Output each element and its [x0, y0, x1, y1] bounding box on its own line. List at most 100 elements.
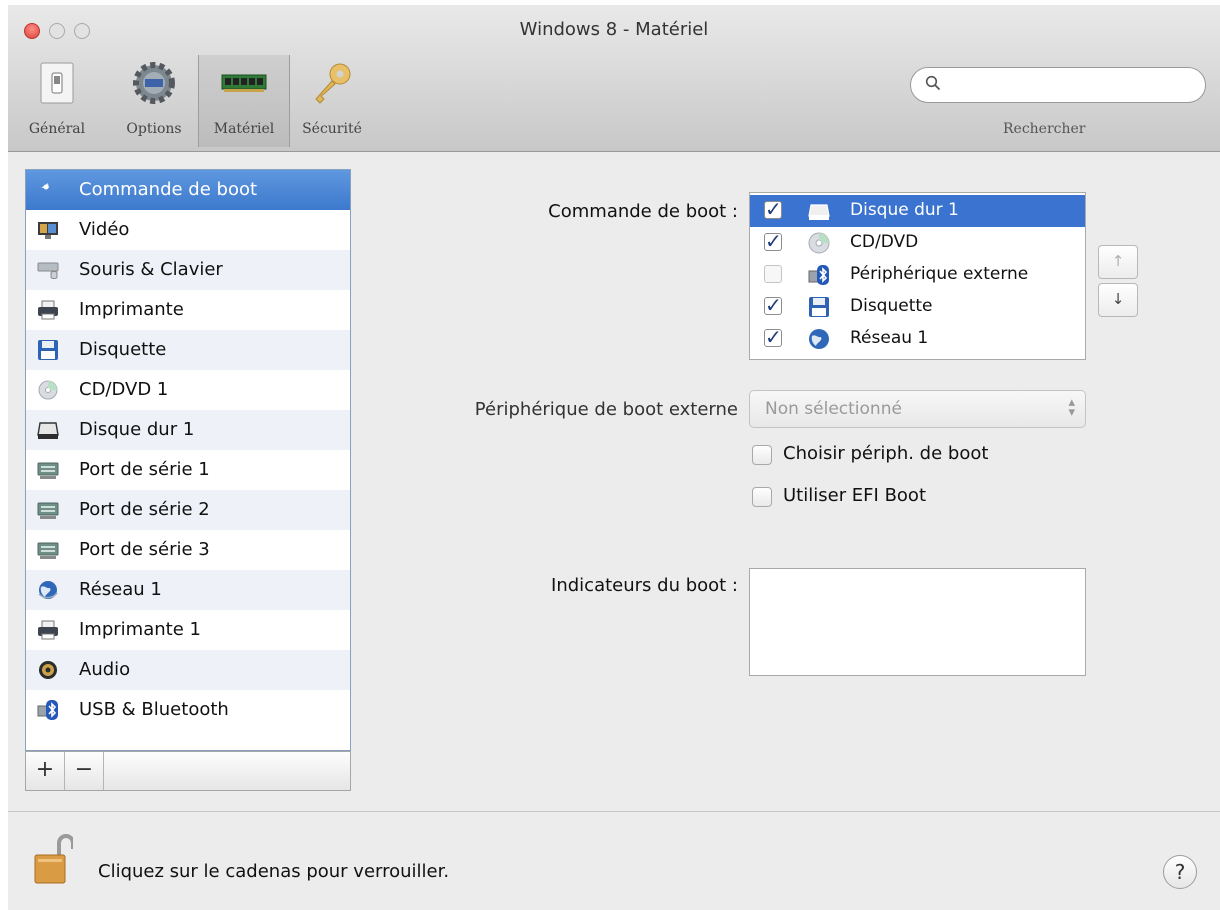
- tab-options-label: Options: [126, 121, 182, 137]
- audio-speaker-icon: [39, 661, 57, 679]
- move-up-button[interactable]: ↑: [1098, 245, 1138, 279]
- sidebar-item-video[interactable]: Vidéo: [26, 210, 350, 250]
- tab-general-label: Général: [28, 121, 86, 137]
- boot-order-row-label: Disquette: [850, 296, 933, 316]
- sidebar-item-serial-port-3[interactable]: Port de série 3: [26, 530, 350, 570]
- network-globe-icon: [809, 329, 829, 349]
- boot-order-checkbox[interactable]: [764, 265, 782, 283]
- boot-order-row-network[interactable]: ✓ Réseau 1: [750, 323, 1085, 355]
- tab-options[interactable]: Options: [113, 55, 195, 147]
- padlock-icon[interactable]: [33, 833, 73, 885]
- floppy-icon: [809, 297, 829, 317]
- external-boot-device-label: Périphérique de boot externe: [474, 399, 738, 420]
- tab-security[interactable]: Sécurité: [291, 55, 373, 147]
- sidebar-item-label: Commande de boot: [79, 179, 258, 200]
- sidebar-item-label: Port de série 1: [79, 459, 210, 480]
- hard-disk-icon: [37, 422, 59, 439]
- serial-port-icon: [37, 462, 59, 479]
- sidebar-item-label: Imprimante: [79, 299, 184, 320]
- sidebar-item-label: Audio: [79, 659, 131, 680]
- sidebar-item-network-1[interactable]: Réseau 1: [26, 570, 350, 610]
- cd-dvd-icon: [38, 380, 58, 400]
- toolbar: Windows 8 - Matériel Général Options Mat…: [8, 5, 1220, 152]
- video-icon: [38, 222, 58, 239]
- tab-hardware-label: Matériel: [213, 121, 275, 137]
- boot-order-checkbox[interactable]: ✓: [764, 229, 782, 253]
- boot-order-list: ✓ Disque dur 1 ✓ CD/DVD Périphérique ext…: [749, 192, 1086, 360]
- boot-order-row-floppy[interactable]: ✓ Disquette: [750, 291, 1085, 323]
- boot-order-row-cd-dvd[interactable]: ✓ CD/DVD: [750, 227, 1085, 259]
- footer-divider: [8, 811, 1220, 812]
- boot-order-checkbox[interactable]: ✓: [764, 197, 782, 221]
- choose-boot-device-checkbox[interactable]: [752, 445, 772, 465]
- boot-order-label: Commande de boot :: [548, 201, 738, 222]
- boot-order-checkbox[interactable]: ✓: [764, 293, 782, 317]
- sidebar-item-label: Port de série 3: [79, 539, 210, 560]
- select-chevron-icon: ▴ ▾: [1068, 395, 1075, 420]
- boot-order-row-external[interactable]: Périphérique externe: [750, 259, 1085, 291]
- boot-order-checkbox[interactable]: ✓: [764, 325, 782, 349]
- serial-port-icon: [37, 542, 59, 559]
- sidebar-item-cd-dvd[interactable]: CD/DVD 1: [26, 370, 350, 410]
- window-title: Windows 8 - Matériel: [519, 19, 709, 40]
- hardware-list: Commande de boot Vidéo Souris & Clavier …: [25, 169, 351, 751]
- sidebar-footer: + −: [25, 751, 351, 791]
- sidebar-item-label: Disque dur 1: [79, 419, 195, 440]
- sidebar-item-label: Imprimante 1: [79, 619, 201, 640]
- external-boot-device-select[interactable]: Non sélectionné ▴ ▾: [749, 390, 1086, 428]
- boot-order-icon: [41, 183, 49, 190]
- hardware-settings-window: Windows 8 - Matériel Général Options Mat…: [8, 5, 1220, 910]
- usb-icon: [808, 265, 829, 285]
- external-boot-device-value: Non sélectionné: [765, 399, 902, 419]
- lock-message: Cliquez sur le cadenas pour verrouiller.: [98, 861, 450, 882]
- sidebar-item-printer[interactable]: Imprimante: [26, 290, 350, 330]
- tab-general[interactable]: Général: [14, 55, 100, 147]
- sidebar-item-hard-disk[interactable]: Disque dur 1: [26, 410, 350, 450]
- help-button[interactable]: ?: [1163, 855, 1197, 889]
- gear-icon: [133, 62, 175, 104]
- sidebar-item-label: Disquette: [79, 339, 167, 360]
- floppy-icon: [38, 340, 58, 360]
- usb-bluetooth-icon: [37, 700, 58, 720]
- sidebar-item-floppy[interactable]: Disquette: [26, 330, 350, 370]
- search-caption: Rechercher: [1003, 121, 1086, 137]
- boot-order-row-label: CD/DVD: [850, 232, 919, 252]
- sidebar-item-label: Port de série 2: [79, 499, 210, 520]
- boot-flags-label: Indicateurs du boot :: [551, 575, 738, 596]
- memory-chip-icon: [221, 74, 267, 92]
- sidebar-item-label: Souris & Clavier: [79, 259, 223, 280]
- boot-order-row-label: Périphérique externe: [850, 264, 1029, 284]
- search-field[interactable]: [910, 67, 1206, 103]
- boot-order-row-label: Disque dur 1: [850, 200, 959, 220]
- printer-icon: [38, 300, 58, 320]
- keyboard-mouse-icon: [37, 262, 59, 279]
- sidebar-item-serial-port-2[interactable]: Port de série 2: [26, 490, 350, 530]
- cd-dvd-icon: [808, 232, 830, 254]
- use-efi-boot-label: Utiliser EFI Boot: [783, 485, 926, 506]
- tab-hardware[interactable]: Matériel: [198, 55, 290, 147]
- serial-port-icon: [37, 502, 59, 519]
- boot-order-row-label: Réseau 1: [850, 328, 929, 348]
- remove-device-button[interactable]: −: [65, 752, 104, 790]
- sidebar-item-printer-1[interactable]: Imprimante 1: [26, 610, 350, 650]
- tab-security-label: Sécurité: [302, 121, 362, 137]
- hard-disk-icon: [808, 204, 830, 220]
- choose-boot-device-label: Choisir périph. de boot: [783, 443, 989, 464]
- sidebar-item-label: USB & Bluetooth: [79, 699, 229, 720]
- sidebar-item-label: Vidéo: [79, 219, 130, 240]
- sidebar-item-serial-port-1[interactable]: Port de série 1: [26, 450, 350, 490]
- sidebar-item-label: Réseau 1: [79, 579, 162, 600]
- general-switch-icon: [40, 62, 74, 104]
- key-icon: [315, 63, 351, 104]
- boot-flags-field[interactable]: [749, 568, 1086, 676]
- sidebar-item-usb-bluetooth[interactable]: USB & Bluetooth: [26, 690, 350, 730]
- sidebar-item-label: CD/DVD 1: [79, 379, 169, 400]
- search-icon: [925, 75, 941, 91]
- boot-order-row-hard-disk[interactable]: ✓ Disque dur 1: [750, 195, 1085, 227]
- add-device-button[interactable]: +: [26, 752, 65, 790]
- move-down-button[interactable]: ↓: [1098, 283, 1138, 317]
- sidebar-item-boot-order[interactable]: Commande de boot: [26, 170, 350, 210]
- sidebar-item-audio[interactable]: Audio: [26, 650, 350, 690]
- use-efi-boot-checkbox[interactable]: [752, 487, 772, 507]
- sidebar-item-mouse-keyboard[interactable]: Souris & Clavier: [26, 250, 350, 290]
